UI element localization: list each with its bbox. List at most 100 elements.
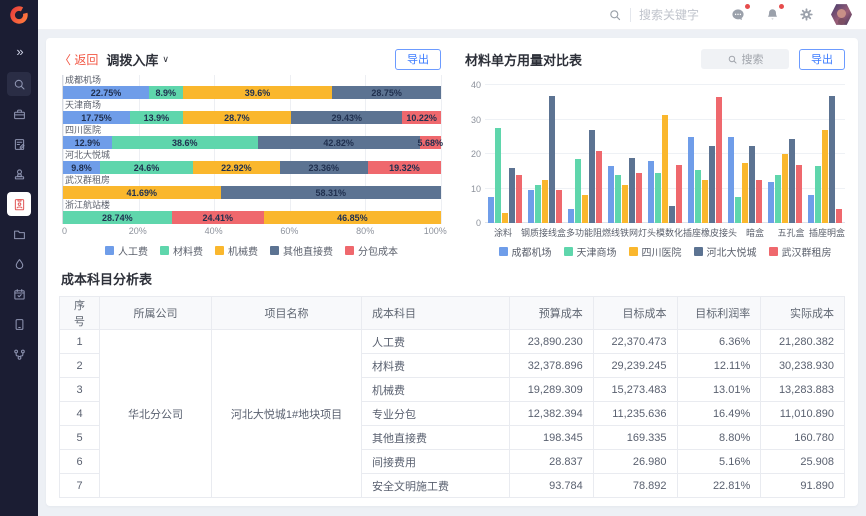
bar-segment[interactable]: 22.75% (63, 86, 149, 99)
sidebar-item-search[interactable] (7, 72, 31, 96)
chevron-down-icon[interactable]: ∨ (162, 54, 169, 65)
bar[interactable] (742, 163, 748, 223)
bar[interactable] (669, 206, 675, 223)
bar[interactable] (528, 190, 534, 223)
bar[interactable] (775, 175, 781, 223)
bar-segment[interactable]: 29.43% (291, 111, 402, 124)
bar[interactable] (596, 151, 602, 223)
bar[interactable] (488, 197, 494, 223)
sidebar-item-droplet[interactable] (7, 252, 31, 276)
sidebar-item-cost-active[interactable] (7, 192, 31, 216)
legend-item[interactable]: 人工费 (105, 243, 148, 258)
bar-segment[interactable]: 22.92% (193, 161, 280, 174)
bar-segment[interactable]: 42.82% (258, 136, 420, 149)
legend-item[interactable]: 武汉群租房 (769, 244, 832, 259)
sidebar-item-stamp[interactable] (7, 162, 31, 186)
bar[interactable] (582, 195, 588, 223)
bar[interactable] (622, 185, 628, 223)
settings-button[interactable] (797, 6, 815, 24)
bar[interactable] (796, 165, 802, 224)
bar[interactable] (516, 175, 522, 223)
bar-segment[interactable]: 17.75% (63, 111, 130, 124)
bar[interactable] (615, 175, 621, 223)
bar[interactable] (549, 96, 555, 223)
bar[interactable] (509, 168, 515, 223)
export-button-right[interactable]: 导出 (799, 49, 845, 70)
bar[interactable] (836, 209, 842, 223)
app-logo[interactable] (0, 0, 38, 30)
bar[interactable] (655, 173, 661, 223)
export-button-left[interactable]: 导出 (395, 49, 441, 70)
bar-segment[interactable]: 28.75% (332, 86, 441, 99)
bar-segment[interactable]: 24.6% (100, 161, 193, 174)
bar[interactable] (756, 180, 762, 223)
bar-segment[interactable]: 5.68% (420, 136, 441, 149)
bar[interactable] (568, 209, 574, 223)
bar-segment[interactable]: 13.9% (130, 111, 183, 124)
bar-segment[interactable]: 39.6% (183, 86, 333, 99)
bar-segment[interactable]: 12.9% (63, 136, 112, 149)
bar-segment[interactable]: 9.8% (63, 161, 100, 174)
bar[interactable] (728, 137, 734, 223)
bar[interactable] (768, 182, 774, 223)
messages-button[interactable] (729, 6, 747, 24)
sidebar-item-workflow[interactable] (7, 342, 31, 366)
bar[interactable] (735, 197, 741, 223)
sidebar-expand-button[interactable]: » (16, 44, 21, 59)
bar[interactable] (808, 195, 814, 223)
bar-segment[interactable]: 10.22% (402, 111, 441, 124)
bar[interactable] (589, 130, 595, 223)
bar[interactable] (495, 128, 501, 223)
bar-segment[interactable]: 28.7% (183, 111, 291, 124)
bar-segment[interactable]: 38.6% (112, 136, 258, 149)
bar[interactable] (629, 158, 635, 223)
legend-item[interactable]: 其他直接费 (270, 243, 333, 258)
bar[interactable] (636, 173, 642, 223)
bar[interactable] (822, 130, 828, 223)
bar[interactable] (556, 190, 562, 223)
bar[interactable] (662, 115, 668, 223)
bar[interactable] (688, 137, 694, 223)
user-avatar[interactable] (831, 4, 852, 26)
bar-segment[interactable]: 19.32% (368, 161, 441, 174)
bar-segment[interactable]: 28.74% (63, 211, 172, 224)
legend-item[interactable]: 四川医院 (629, 244, 682, 259)
alerts-button[interactable] (763, 6, 781, 24)
legend-item[interactable]: 成都机场 (499, 244, 552, 259)
bar[interactable] (702, 180, 708, 223)
sidebar-item-document-edit[interactable] (7, 132, 31, 156)
global-search[interactable]: 搜索关键字 (608, 6, 699, 23)
bar[interactable] (695, 170, 701, 223)
bar[interactable] (542, 180, 548, 223)
sidebar-item-tablet[interactable] (7, 312, 31, 336)
bar-segment[interactable]: 46.85% (264, 211, 441, 224)
bar-segment[interactable]: 41.69% (63, 186, 221, 199)
bar[interactable] (749, 146, 755, 223)
bar[interactable] (782, 154, 788, 223)
bar[interactable] (676, 165, 682, 224)
bar-segment[interactable]: 8.9% (149, 86, 183, 99)
bar[interactable] (535, 185, 541, 223)
bar[interactable] (575, 159, 581, 223)
legend-item[interactable]: 材料费 (160, 243, 203, 258)
sidebar-item-briefcase[interactable] (7, 102, 31, 126)
legend-item[interactable]: 机械费 (215, 243, 258, 258)
legend-item[interactable]: 分包成本 (345, 243, 398, 258)
bar[interactable] (608, 166, 614, 223)
sidebar-item-folder[interactable] (7, 222, 31, 246)
bar[interactable] (829, 96, 835, 223)
bar[interactable] (789, 139, 795, 223)
bar-segment[interactable]: 23.36% (280, 161, 368, 174)
legend-item[interactable]: 天津商场 (564, 244, 617, 259)
bar[interactable] (815, 166, 821, 223)
bar[interactable] (502, 213, 508, 223)
bar[interactable] (716, 97, 722, 223)
bar[interactable] (709, 146, 715, 223)
sidebar-item-calendar[interactable] (7, 282, 31, 306)
bar[interactable] (648, 161, 654, 223)
material-search-input[interactable]: 搜索 (701, 49, 789, 69)
bar-segment[interactable]: 58.31% (221, 186, 441, 199)
back-link[interactable]: 〈 返回 (59, 51, 98, 68)
legend-item[interactable]: 河北大悦城 (694, 244, 757, 259)
bar-segment[interactable]: 24.41% (172, 211, 264, 224)
